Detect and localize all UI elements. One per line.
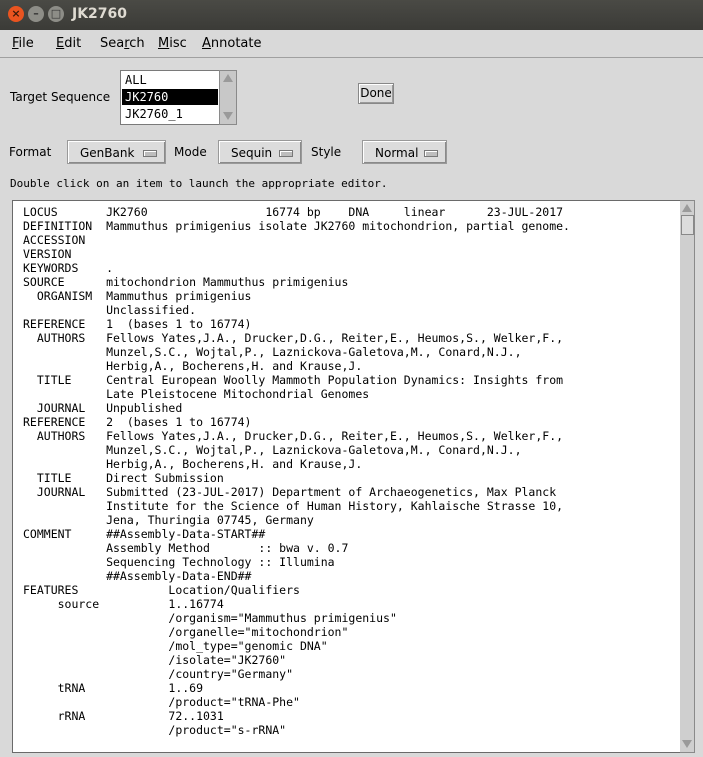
record-line: TITLE Central European Woolly Mammoth Po… bbox=[23, 373, 564, 387]
scroll-up-icon[interactable] bbox=[223, 74, 233, 82]
record-line: KEYWORDS . bbox=[23, 261, 114, 275]
record-line: JOURNAL Unpublished bbox=[23, 401, 183, 415]
mode-label: Mode bbox=[174, 145, 207, 159]
menu-file[interactable]: File bbox=[12, 36, 34, 51]
menu-annotate-label: nnotate bbox=[210, 36, 262, 51]
record-line: JOURNAL Submitted (23-JUL-2017) Departme… bbox=[23, 485, 557, 499]
record-line: Munzel,S.C., Wojtal,P., Laznickova-Galet… bbox=[23, 345, 522, 359]
menu-edit-label: dit bbox=[64, 36, 82, 51]
record-line: TITLE Direct Submission bbox=[23, 471, 224, 485]
menu-misc[interactable]: Misc bbox=[158, 36, 187, 51]
menu-search[interactable]: Search bbox=[100, 36, 145, 51]
record-line: /organism="Mammuthus primigenius" bbox=[23, 611, 397, 625]
scroll-up-icon[interactable] bbox=[682, 204, 692, 212]
menu-misc-label: isc bbox=[169, 36, 187, 51]
maximize-icon[interactable]: □ bbox=[48, 6, 64, 22]
target-sequence-label: Target Sequence bbox=[10, 90, 111, 104]
record-line: /product="tRNA-Phe" bbox=[23, 695, 300, 709]
menu-annotate-mnemonic: A bbox=[202, 36, 211, 51]
record-line: REFERENCE 2 (bases 1 to 16774) bbox=[23, 415, 252, 429]
target-list-scrollbar[interactable] bbox=[219, 70, 237, 125]
record-line: ##Assembly-Data-END## bbox=[23, 569, 252, 583]
menu-search-prefix: Sea bbox=[100, 36, 125, 51]
list-item-jk2760-1[interactable]: JK2760_1 bbox=[122, 106, 218, 122]
record-line: FEATURES Location/Qualifiers bbox=[23, 583, 300, 597]
mode-dropdown[interactable]: Sequin bbox=[218, 140, 302, 164]
menu-file-label: ile bbox=[18, 36, 34, 51]
record-line: /organelle="mitochondrion" bbox=[23, 625, 349, 639]
record-line: Herbig,A., Bocherens,H. and Krause,J. bbox=[23, 359, 363, 373]
genbank-record-panel[interactable]: LOCUS JK2760 16774 bp DNA linear 23-JUL-… bbox=[12, 200, 682, 753]
genbank-record-text[interactable]: LOCUS JK2760 16774 bp DNA linear 23-JUL-… bbox=[13, 201, 681, 737]
record-line: Late Pleistocene Mitochondrial Genomes bbox=[23, 387, 370, 401]
menu-search-label: ch bbox=[129, 36, 145, 51]
record-line: REFERENCE 1 (bases 1 to 16774) bbox=[23, 317, 252, 331]
record-line: SOURCE mitochondrion Mammuthus primigeni… bbox=[23, 275, 349, 289]
window-title: JK2760 bbox=[72, 6, 128, 22]
dropdown-indicator-icon bbox=[424, 150, 438, 157]
style-dropdown[interactable]: Normal bbox=[362, 140, 447, 164]
record-line: /isolate="JK2760" bbox=[23, 653, 287, 667]
record-line: /mol_type="genomic DNA" bbox=[23, 639, 328, 653]
dropdown-indicator-icon bbox=[279, 150, 293, 157]
record-line: COMMENT ##Assembly-Data-START## bbox=[23, 527, 266, 541]
menu-misc-mnemonic: M bbox=[158, 36, 170, 51]
title-bar: × – □ JK2760 bbox=[0, 0, 703, 30]
record-line: Sequencing Technology :: Illumina bbox=[23, 555, 335, 569]
format-label: Format bbox=[9, 145, 52, 159]
record-line: Jena, Thuringia 07745, Germany bbox=[23, 513, 314, 527]
style-label: Style bbox=[311, 145, 342, 159]
record-line: ORGANISM Mammuthus primigenius bbox=[23, 289, 252, 303]
menu-edit-mnemonic: E bbox=[56, 36, 65, 51]
list-item-all-sequences[interactable]: ALL SEQUENCES bbox=[122, 72, 218, 103]
record-line: AUTHORS Fellows Yates,J.A., Drucker,D.G.… bbox=[23, 331, 564, 345]
format-value: GenBank bbox=[80, 146, 135, 160]
record-line: /country="Germany" bbox=[23, 667, 294, 681]
scroll-down-icon[interactable] bbox=[223, 112, 233, 120]
menu-edit[interactable]: Edit bbox=[56, 36, 81, 51]
record-line: DEFINITION Mammuthus primigenius isolate… bbox=[23, 219, 570, 233]
mode-value: Sequin bbox=[231, 146, 273, 160]
record-line: Institute for the Science of Human Histo… bbox=[23, 499, 564, 513]
done-button[interactable]: Done bbox=[358, 83, 394, 104]
dropdown-indicator-icon bbox=[143, 150, 157, 157]
minimize-icon[interactable]: – bbox=[28, 6, 44, 22]
record-line: rRNA 72..1031 bbox=[23, 709, 224, 723]
record-line: Munzel,S.C., Wojtal,P., Laznickova-Galet… bbox=[23, 443, 522, 457]
record-scrollbar[interactable] bbox=[680, 200, 695, 753]
scroll-down-icon[interactable] bbox=[682, 740, 692, 748]
record-line: ACCESSION bbox=[23, 233, 86, 247]
record-line: source 1..16774 bbox=[23, 597, 224, 611]
format-dropdown[interactable]: GenBank bbox=[67, 140, 166, 164]
target-sequence-list[interactable]: ALL SEQUENCES JK2760 JK2760_1 bbox=[120, 70, 220, 125]
menu-annotate[interactable]: Annotate bbox=[202, 36, 262, 51]
record-line: Assembly Method :: bwa v. 0.7 bbox=[23, 541, 349, 555]
style-value: Normal bbox=[375, 146, 419, 160]
record-line: VERSION bbox=[23, 247, 72, 261]
record-line: tRNA 1..69 bbox=[23, 681, 204, 695]
record-line: Herbig,A., Bocherens,H. and Krause,J. bbox=[23, 457, 363, 471]
editor-hint: Double click on an item to launch the ap… bbox=[10, 177, 388, 190]
scroll-thumb[interactable] bbox=[681, 215, 694, 235]
close-icon[interactable]: × bbox=[8, 6, 24, 22]
record-line: /product="s-rRNA" bbox=[23, 723, 287, 737]
record-line: LOCUS JK2760 16774 bp DNA linear 23-JUL-… bbox=[23, 205, 564, 219]
record-line: Unclassified. bbox=[23, 303, 197, 317]
record-line: AUTHORS Fellows Yates,J.A., Drucker,D.G.… bbox=[23, 429, 564, 443]
menu-bar: File Edit Search Misc Annotate bbox=[0, 30, 703, 58]
